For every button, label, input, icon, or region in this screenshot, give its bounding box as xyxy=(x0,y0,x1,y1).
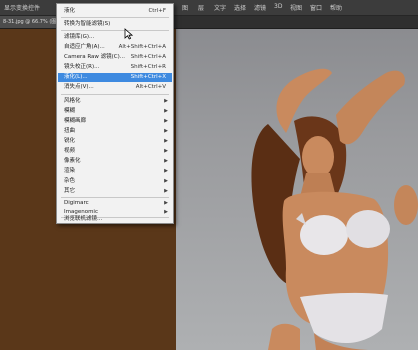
menu-item-filter-gallery[interactable]: 滤镜库(G)... xyxy=(58,33,172,42)
menu-item-camera-raw[interactable]: Camera Raw 滤镜(C)... Shift+Ctrl+A xyxy=(58,53,172,62)
menubar-item-view[interactable]: 视图 xyxy=(290,3,302,12)
menubar-item-image[interactable]: 图 xyxy=(182,3,188,12)
submenu-arrow-icon: ▶ xyxy=(164,138,168,144)
show-transform-controls-label[interactable]: 显示变换控件 xyxy=(4,3,40,12)
filter-menu: 液化 Ctrl+F 转换为智能滤镜(S) 滤镜库(G)... 自适应广角(A).… xyxy=(56,3,174,224)
menu-separator xyxy=(61,94,169,95)
submenu-arrow-icon: ▶ xyxy=(164,128,168,134)
canvas-image xyxy=(176,29,418,350)
menu-separator xyxy=(61,17,169,18)
menu-item-sharpen[interactable]: 锐化 ▶ xyxy=(58,137,172,146)
menu-item-noise[interactable]: 杂色 ▶ xyxy=(58,177,172,186)
menu-separator xyxy=(61,197,169,198)
mouse-cursor-icon xyxy=(124,28,133,40)
menubar-item-type[interactable]: 文字 xyxy=(214,3,226,12)
submenu-arrow-icon: ▶ xyxy=(164,188,168,194)
menu-item-blur-gallery[interactable]: 模糊画廊 ▶ xyxy=(58,117,172,126)
photo-figure xyxy=(251,68,418,350)
menu-item-vanishing-point[interactable]: 消失点(V)... Alt+Ctrl+V xyxy=(58,83,172,92)
menu-item-browse-filters-online[interactable]: 浏览联机滤镜... xyxy=(58,215,172,223)
submenu-arrow-icon: ▶ xyxy=(164,168,168,174)
menu-item-render[interactable]: 渲染 ▶ xyxy=(58,167,172,176)
submenu-arrow-icon: ▶ xyxy=(164,98,168,104)
submenu-arrow-icon: ▶ xyxy=(164,118,168,124)
menu-item-other[interactable]: 其它 ▶ xyxy=(58,187,172,196)
menu-separator xyxy=(61,30,169,31)
document-tab[interactable]: 8-31.jpg @ 66.7% (图层 xyxy=(0,16,62,28)
menu-item-video[interactable]: 视频 ▶ xyxy=(58,147,172,156)
menu-item-pixelate[interactable]: 像素化 ▶ xyxy=(58,157,172,166)
menubar-item-window[interactable]: 窗口 xyxy=(310,3,322,12)
menu-item-digimarc[interactable]: Digimarc ▶ xyxy=(58,199,172,208)
menu-item-last-filter[interactable]: 液化 Ctrl+F xyxy=(58,7,172,16)
menu-item-blur[interactable]: 模糊 ▶ xyxy=(58,107,172,116)
menubar-item-filter[interactable]: 滤镜 xyxy=(254,3,266,12)
submenu-arrow-icon: ▶ xyxy=(164,148,168,154)
menu-item-distort[interactable]: 扭曲 ▶ xyxy=(58,127,172,136)
menubar-item-3d[interactable]: 3D xyxy=(274,3,282,10)
menubar-item-help[interactable]: 帮助 xyxy=(330,3,342,12)
submenu-arrow-icon: ▶ xyxy=(164,178,168,184)
menu-item-adaptive-wide-angle[interactable]: 自适应广角(A)... Alt+Shift+Ctrl+A xyxy=(58,43,172,52)
menu-item-liquify[interactable]: 液化(L)... Shift+Ctrl+X xyxy=(58,73,172,82)
menubar-item-select[interactable]: 选择 xyxy=(234,3,246,12)
submenu-arrow-icon: ▶ xyxy=(164,158,168,164)
menu-item-stylize[interactable]: 风格化 ▶ xyxy=(58,97,172,106)
menubar-item-layer[interactable]: 层 xyxy=(198,3,204,12)
submenu-arrow-icon: ▶ xyxy=(164,108,168,114)
submenu-arrow-icon: ▶ xyxy=(164,200,168,206)
menu-item-lens-correction[interactable]: 镜头校正(R)... Shift+Ctrl+R xyxy=(58,63,172,72)
menu-item-convert-smart-filters[interactable]: 转换为智能滤镜(S) xyxy=(58,20,172,29)
